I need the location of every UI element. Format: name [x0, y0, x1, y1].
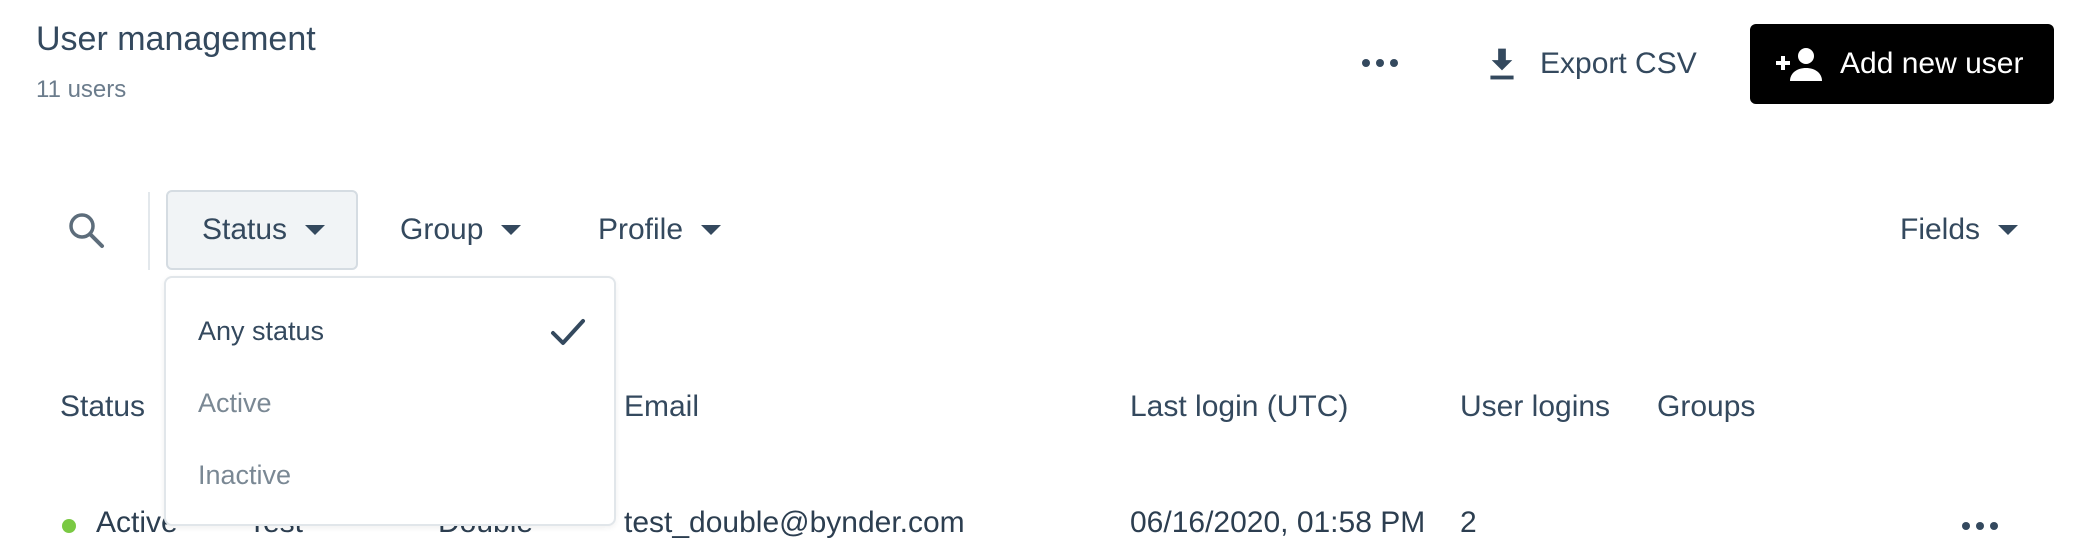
person-add-icon — [1776, 48, 1822, 81]
status-filter-label: Status — [202, 213, 288, 246]
caret-down-icon — [1998, 225, 2019, 235]
export-csv-label: Export CSV — [1540, 47, 1697, 80]
fields-label: Fields — [1900, 213, 1981, 246]
row-user-logins: 2 — [1460, 506, 1477, 539]
caret-down-icon — [305, 225, 326, 235]
row-email: test_double@bynder.com — [624, 506, 965, 539]
add-new-user-label: Add new user — [1840, 47, 2024, 80]
profile-filter-button[interactable]: Profile — [598, 190, 722, 270]
status-option-active[interactable]: Active — [198, 388, 272, 419]
status-dropdown-menu: Any status Active Inactive — [164, 276, 616, 526]
column-header-groups[interactable]: Groups — [1657, 390, 1755, 424]
export-csv-button[interactable]: Export CSV — [1486, 36, 1697, 92]
column-header-last-login[interactable]: Last login (UTC) — [1130, 390, 1348, 424]
caret-down-icon — [501, 225, 522, 235]
user-count: 11 users — [36, 76, 127, 103]
active-status-dot — [62, 519, 76, 533]
group-filter-label: Group — [400, 213, 484, 246]
row-more-options-button[interactable] — [1962, 522, 1998, 530]
more-options-button[interactable] — [1362, 56, 1402, 70]
profile-filter-label: Profile — [598, 213, 684, 246]
search-icon[interactable] — [66, 210, 106, 250]
column-header-status[interactable]: Status — [60, 390, 145, 424]
page-title: User management — [36, 20, 316, 58]
more-horizontal-icon — [1962, 522, 1970, 530]
status-option-any[interactable]: Any status — [198, 316, 324, 347]
status-filter-button[interactable]: Status — [166, 190, 358, 270]
caret-down-icon — [701, 225, 722, 235]
filter-divider — [148, 192, 150, 270]
column-header-user-logins[interactable]: User logins — [1460, 390, 1610, 424]
check-icon — [551, 319, 585, 345]
download-icon — [1490, 48, 1514, 80]
fields-button[interactable]: Fields — [1900, 190, 2019, 270]
row-last-login: 06/16/2020, 01:58 PM — [1130, 506, 1426, 539]
status-option-inactive[interactable]: Inactive — [198, 460, 291, 491]
add-new-user-button[interactable]: Add new user — [1750, 24, 2054, 104]
column-header-email[interactable]: Email — [624, 390, 699, 424]
group-filter-button[interactable]: Group — [400, 190, 522, 270]
more-horizontal-icon — [1362, 59, 1370, 67]
